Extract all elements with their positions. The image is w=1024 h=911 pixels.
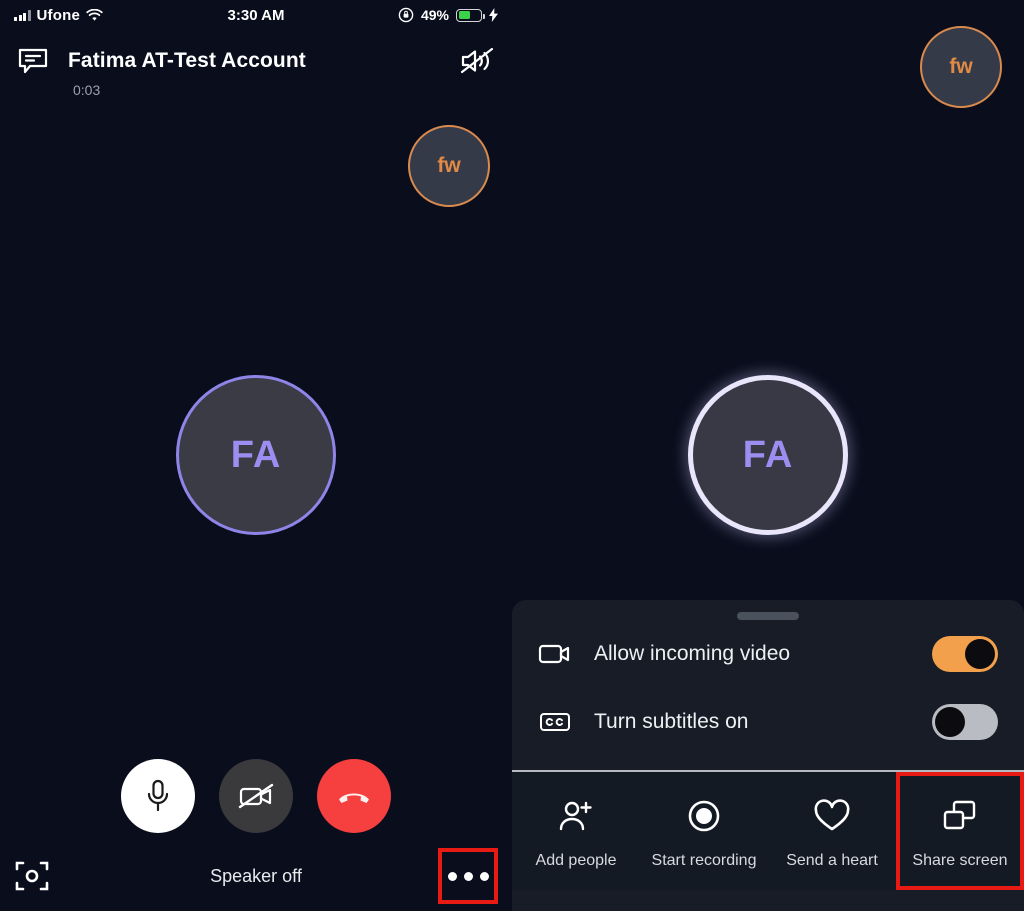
screenshot-comparison: Ufone 3:30 AM 49% Fatima AT-Test Account… xyxy=(0,0,1024,911)
remote-avatar-initials: FA xyxy=(742,433,794,476)
action-label: Share screen xyxy=(912,851,1008,869)
add-person-icon xyxy=(553,793,599,839)
battery-percent-label: 49% xyxy=(420,7,449,23)
rotation-lock-icon xyxy=(398,7,414,23)
closed-captions-icon xyxy=(538,710,572,734)
option-turn-subtitles-on[interactable]: Turn subtitles on xyxy=(512,688,1024,756)
more-dot xyxy=(463,871,473,881)
call-header-row: Fatima AT-Test Account xyxy=(18,46,494,76)
option-allow-incoming-video[interactable]: Allow incoming video xyxy=(512,620,1024,688)
action-add-people[interactable]: Add people xyxy=(512,772,640,890)
video-toggle-button[interactable] xyxy=(219,759,293,833)
mute-button[interactable] xyxy=(121,759,195,833)
speaker-status-label: Speaker off xyxy=(210,865,302,886)
video-off-icon xyxy=(238,782,274,810)
chat-bubble-icon[interactable] xyxy=(18,47,48,75)
end-call-icon xyxy=(336,785,372,807)
video-camera-icon xyxy=(538,642,572,666)
action-label: Send a heart xyxy=(786,851,878,869)
allow-incoming-video-toggle[interactable] xyxy=(932,636,998,672)
lightning-bolt-icon xyxy=(489,8,498,22)
options-sheet: Allow incoming video Turn subtitles on A… xyxy=(512,600,1024,911)
self-avatar[interactable]: fw xyxy=(408,125,490,207)
call-screen-right: fw FA Allow incoming video Turn subtitle… xyxy=(512,0,1024,911)
status-bar: Ufone 3:30 AM 49% xyxy=(0,0,512,30)
self-avatar[interactable]: fw xyxy=(920,26,1002,108)
battery-icon xyxy=(456,8,485,22)
call-header: Fatima AT-Test Account 0:03 xyxy=(0,46,512,98)
self-avatar-initials: fw xyxy=(437,154,461,177)
remote-avatar: FA xyxy=(176,375,336,535)
status-bar-right: 49% xyxy=(398,7,498,23)
end-call-button[interactable] xyxy=(317,759,391,833)
contact-name: Fatima AT-Test Account xyxy=(68,49,306,72)
action-label: Add people xyxy=(535,851,617,869)
heart-icon xyxy=(809,793,855,839)
option-label: Allow incoming video xyxy=(594,642,791,665)
call-controls xyxy=(0,759,512,833)
turn-subtitles-toggle[interactable] xyxy=(932,704,998,740)
action-send-a-heart[interactable]: Send a heart xyxy=(768,772,896,890)
action-label: Start recording xyxy=(651,851,757,869)
action-share-screen[interactable]: Share screen xyxy=(896,772,1024,890)
microphone-icon xyxy=(144,779,172,813)
self-avatar-initials: fw xyxy=(949,55,973,78)
sheet-drag-handle[interactable] xyxy=(737,612,799,620)
remote-avatar-initials: FA xyxy=(230,433,282,476)
remote-avatar: FA xyxy=(688,375,848,535)
sheet-actions: Add people Start recording Send a heart xyxy=(512,772,1024,890)
more-options-button[interactable] xyxy=(438,848,498,904)
option-label: Turn subtitles on xyxy=(594,710,749,733)
record-circle-icon xyxy=(681,793,727,839)
speaker-mute-icon[interactable] xyxy=(460,46,494,76)
more-dot xyxy=(447,871,457,881)
more-dot xyxy=(479,871,489,881)
action-start-recording[interactable]: Start recording xyxy=(640,772,768,890)
call-timer: 0:03 xyxy=(73,82,101,98)
call-screen-left: Ufone 3:30 AM 49% Fatima AT-Test Account… xyxy=(0,0,512,911)
share-screen-icon xyxy=(937,793,983,839)
call-bottom-bar: Speaker off xyxy=(0,841,512,911)
